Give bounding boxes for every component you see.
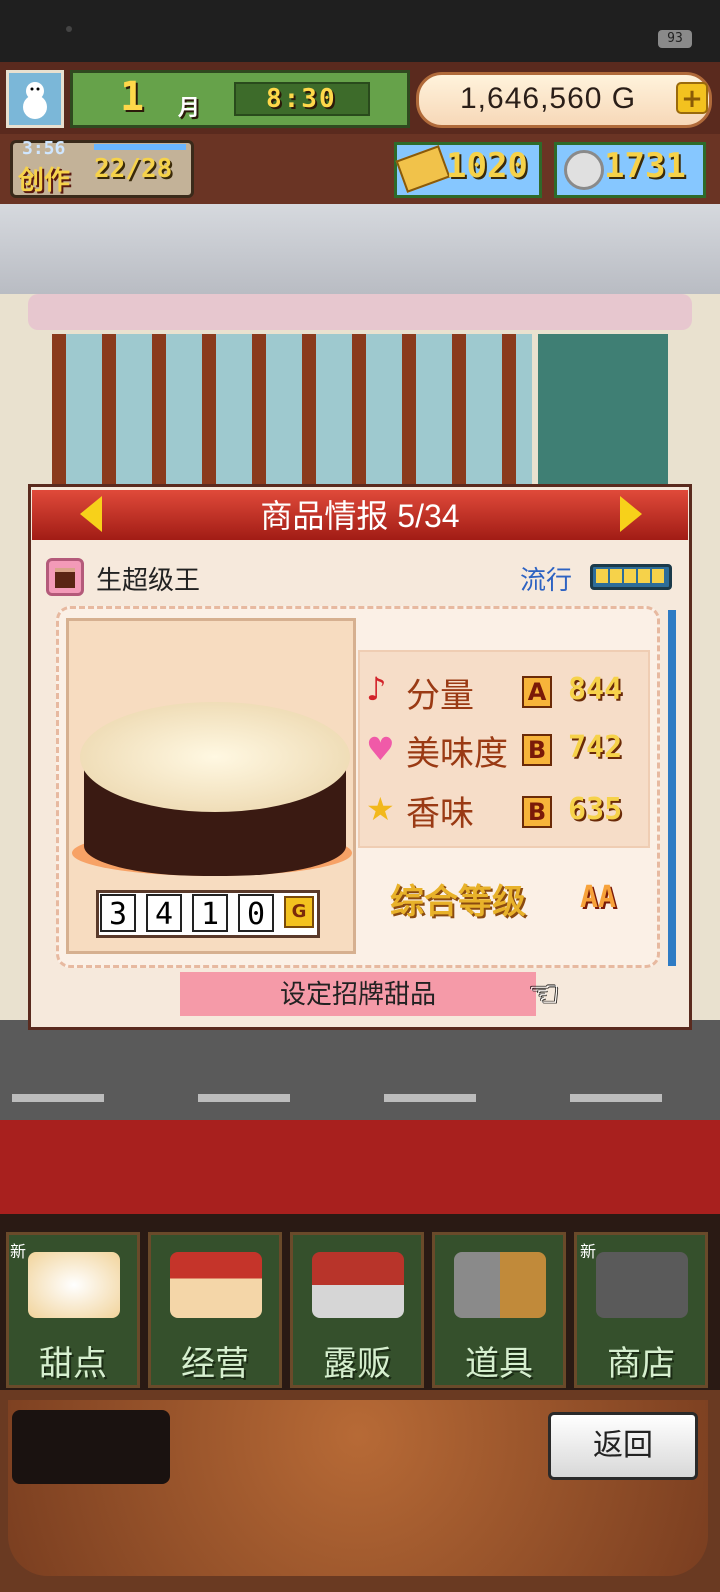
trend-segment xyxy=(610,569,622,583)
scrollbar-thumb[interactable] xyxy=(668,610,676,966)
overall-rank-grade: AA xyxy=(580,880,617,915)
stat-label-volume: 分量 xyxy=(406,677,474,715)
new-badge: 新 xyxy=(10,1244,27,1261)
trend-segment xyxy=(652,569,664,583)
coin-count: 1731 xyxy=(604,146,686,186)
grade-badge: B xyxy=(522,796,552,828)
tools-bag-icon xyxy=(454,1252,546,1318)
overall-rank-label: 综合等级 xyxy=(390,882,526,922)
new-badge: 新 xyxy=(580,1244,597,1261)
cake-slice-icon xyxy=(28,1252,120,1318)
shop-icon xyxy=(170,1252,262,1318)
heart-icon: ♥ xyxy=(366,730,395,768)
add-money-button[interactable]: + xyxy=(676,82,708,114)
cake-mini-icon xyxy=(55,568,75,588)
food-truck-icon xyxy=(312,1252,404,1318)
create-label: 创作 xyxy=(18,166,71,196)
stat-label-aroma: 香味 xyxy=(406,795,474,833)
clock-time: 8:30 xyxy=(266,84,337,114)
menu-label: 商店 xyxy=(607,1345,675,1383)
price-digit: 3 xyxy=(100,894,136,932)
money-amount: 1,646,560 G xyxy=(460,82,637,115)
grade-badge: B xyxy=(522,734,552,766)
cake-frosting xyxy=(80,702,350,812)
grade-badge: A xyxy=(522,676,552,708)
trend-segment xyxy=(638,569,650,583)
battery-indicator: 93 xyxy=(658,30,692,48)
item-name: 生超级王 xyxy=(96,565,201,595)
gold-unit-icon: G xyxy=(284,896,314,928)
lane-marking xyxy=(570,1094,662,1102)
stat-value: 742 xyxy=(568,730,623,765)
lane-marking xyxy=(198,1094,290,1102)
lane-marking xyxy=(12,1094,104,1102)
star-icon: ★ xyxy=(366,790,395,828)
silver-coin-icon xyxy=(564,150,604,190)
status-bar xyxy=(0,0,720,62)
shop-door xyxy=(538,334,668,484)
shop-windows xyxy=(52,334,532,484)
menu-label: 甜点 xyxy=(39,1345,107,1383)
snowman-icon xyxy=(23,82,47,119)
ticket-count: 1020 xyxy=(446,146,528,186)
snowman-avatar-icon[interactable] xyxy=(6,70,64,128)
red-carpet xyxy=(0,1120,720,1214)
stat-value: 635 xyxy=(568,792,623,827)
trend-segment xyxy=(596,569,608,583)
dialog-title: 商品情报 5/34 xyxy=(260,498,460,534)
create-progress-bar xyxy=(94,144,186,150)
menu-label: 道具 xyxy=(465,1345,533,1383)
shopping-cart-icon xyxy=(596,1252,688,1318)
trend-label: 流行 xyxy=(520,565,573,595)
back-button[interactable]: 返回 xyxy=(548,1412,698,1480)
previous-arrow-icon[interactable] xyxy=(80,496,102,532)
create-count: 22/28 xyxy=(94,154,173,184)
shop-awning xyxy=(28,294,692,330)
stat-value: 844 xyxy=(568,672,623,707)
street xyxy=(0,1020,720,1120)
music-note-icon: ♪ xyxy=(366,670,387,708)
lane-marking xyxy=(384,1094,476,1102)
empty-slot xyxy=(12,1410,170,1484)
menu-label: 露贩 xyxy=(323,1345,391,1383)
create-timer: 3:56 xyxy=(22,138,66,159)
trend-segment xyxy=(624,569,636,583)
stat-label-taste: 美味度 xyxy=(406,735,508,773)
menu-label: 经营 xyxy=(181,1345,249,1383)
month-unit: 月 xyxy=(178,96,201,121)
price-digit: 4 xyxy=(146,894,182,932)
set-signature-dessert-button[interactable]: 设定招牌甜品 xyxy=(180,972,536,1016)
camera-dot xyxy=(66,26,72,32)
next-arrow-icon[interactable] xyxy=(620,496,642,532)
price-digit: 0 xyxy=(238,894,274,932)
month-number: 1 xyxy=(120,74,145,120)
price-digit: 1 xyxy=(192,894,228,932)
snowy-roof xyxy=(0,204,720,294)
pointing-hand-icon: ☜ xyxy=(528,974,561,1015)
